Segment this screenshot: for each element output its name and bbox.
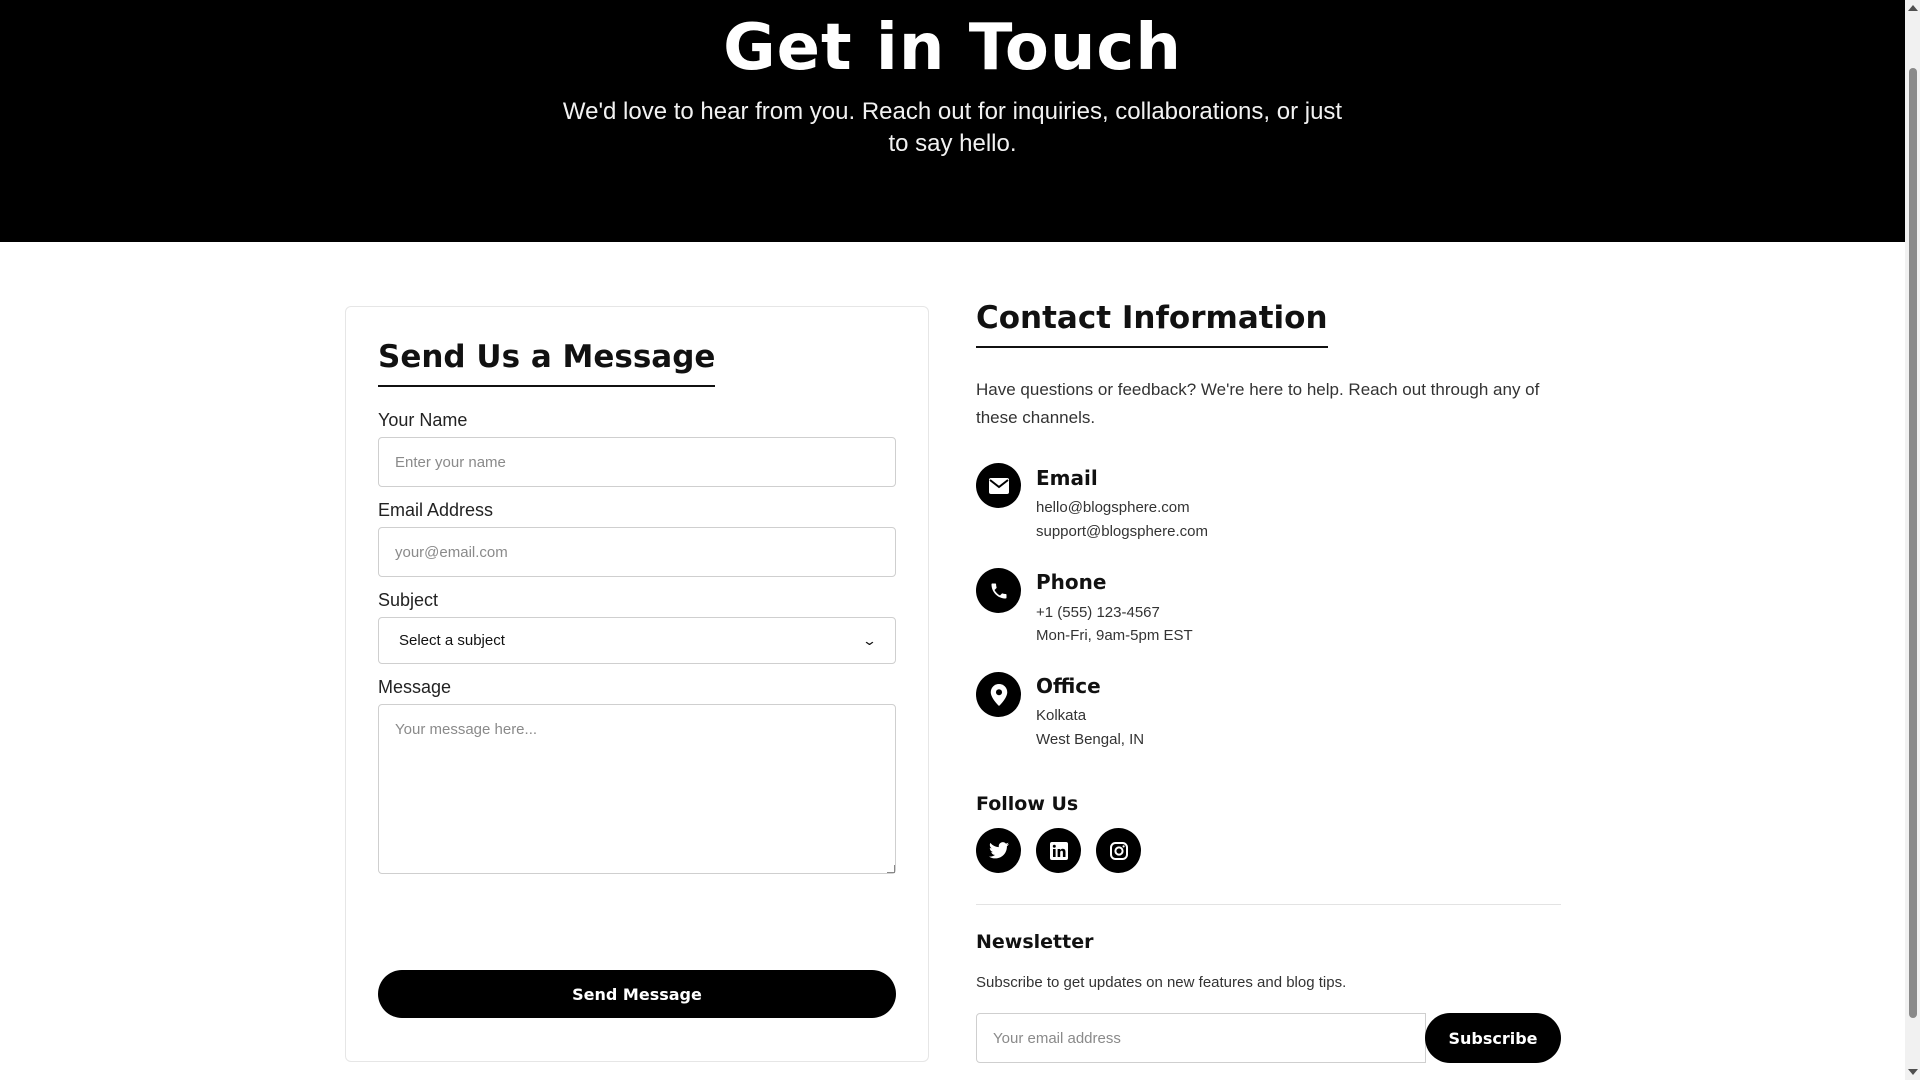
email-line-1[interactable]: hello@blogsphere.com xyxy=(1036,499,1190,516)
subscribe-button[interactable]: Subscribe xyxy=(1425,1013,1561,1063)
page-title: Get in Touch xyxy=(723,11,1182,85)
scrollbar-thumb[interactable] xyxy=(1909,68,1917,1018)
subject-select-value: Select a subject xyxy=(399,632,505,649)
message-label: Message xyxy=(378,677,452,697)
phone-heading: Phone xyxy=(1036,570,1107,594)
email-label: Email Address xyxy=(378,500,494,520)
office-heading: Office xyxy=(1036,674,1101,698)
twitter-icon[interactable] xyxy=(976,828,1021,873)
phone-icon xyxy=(976,568,1021,613)
phone-line-2: Mon-Fri, 9am-5pm EST xyxy=(1036,627,1193,644)
newsletter-title: Newsletter xyxy=(976,931,1094,953)
scroll-down-arrow-icon[interactable] xyxy=(1908,1069,1918,1075)
hero-subtitle: We'd love to hear from you. Reach out fo… xyxy=(562,98,1343,157)
send-message-button[interactable]: Send Message xyxy=(378,970,896,1018)
email-input[interactable] xyxy=(378,527,896,577)
hero-banner: Get in Touch We'd love to hear from you.… xyxy=(0,0,1905,242)
phone-line-1[interactable]: +1 (555) 123-4567 xyxy=(1036,604,1160,621)
subject-select[interactable]: Select a subject ⌄ xyxy=(378,617,896,664)
subject-label: Subject xyxy=(378,590,439,610)
name-input[interactable] xyxy=(378,437,896,487)
page-scrollbar[interactable] xyxy=(1905,0,1920,1080)
textarea-resize-handle[interactable] xyxy=(887,865,895,873)
contact-info-intro: Have questions or feedback? We're here t… xyxy=(976,380,1540,427)
name-label: Your Name xyxy=(378,410,468,430)
office-line-1: Kolkata xyxy=(1036,707,1087,724)
section-divider xyxy=(976,904,1561,905)
office-line-2: West Bengal, IN xyxy=(1036,731,1145,748)
map-pin-icon xyxy=(976,672,1021,717)
linkedin-icon[interactable] xyxy=(1036,828,1081,873)
scroll-up-arrow-icon[interactable] xyxy=(1908,5,1918,11)
contact-info-title: Contact Information xyxy=(976,296,1328,348)
email-line-2[interactable]: support@blogsphere.com xyxy=(1036,523,1208,540)
form-title: Send Us a Message xyxy=(378,335,716,387)
follow-us-title: Follow Us xyxy=(976,793,1079,815)
message-textarea[interactable] xyxy=(378,704,896,874)
email-heading: Email xyxy=(1036,466,1098,490)
chevron-down-icon: ⌄ xyxy=(861,632,878,648)
contact-form-card: Send Us a Message Your Name Email Addres… xyxy=(345,306,929,1062)
newsletter-email-input[interactable] xyxy=(976,1013,1426,1063)
instagram-icon[interactable] xyxy=(1096,828,1141,873)
newsletter-text: Subscribe to get updates on new features… xyxy=(976,974,1347,991)
envelope-icon xyxy=(976,463,1021,508)
